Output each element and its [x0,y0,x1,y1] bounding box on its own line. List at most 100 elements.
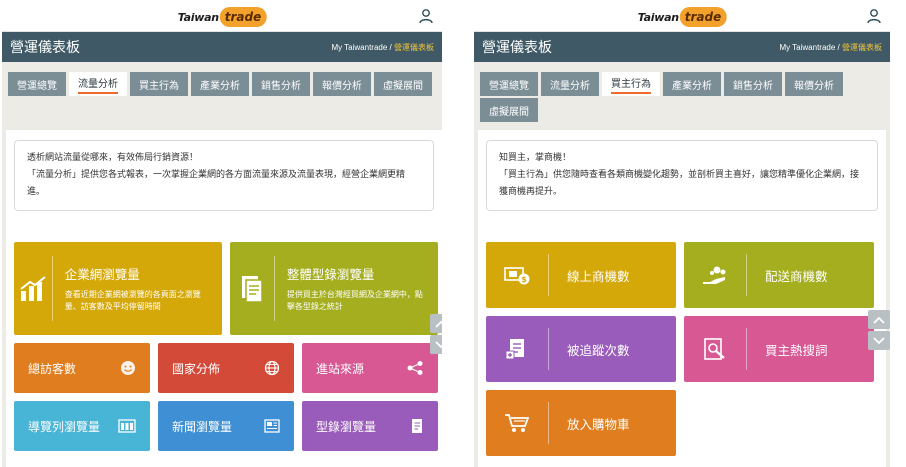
title-bar: 營運儀表板 My Taiwantrade / 營運儀表板 [474,32,890,62]
tile-label: 配送商機數 [765,268,828,284]
tile-website-pageviews[interactable]: 企業網瀏覽量 查看近期企業網被瀏覽的各頁面之瀏覽量、訪客數及平均停留時間 [14,242,222,335]
tab-label: 虛擬展間 [489,106,529,118]
tab-label: 流量分析 [550,80,590,92]
breadcrumb: My Taiwantrade / 營運儀表板 [779,42,882,53]
user-icon[interactable] [418,8,434,24]
globe-icon [264,360,280,376]
page-title: 營運儀表板 [482,40,552,56]
tile-label: 導覽列瀏覽量 [28,419,101,434]
svg-text:$: $ [521,275,527,284]
tab-virtual-showroom[interactable]: 虛擬展間 [480,98,538,122]
page-title: 營運儀表板 [10,40,80,56]
tile-catalog-pageviews[interactable]: 整體型錄瀏覽量 提供買主於台灣經貿網及企業網中，點擊各型錄之統計 [230,242,438,335]
catalog-doc-icon [230,274,274,304]
tile-country-distribution[interactable]: 國家分佈 [158,343,294,393]
breadcrumb-current: 營運儀表板 [394,42,434,52]
tile-label: 買主熱搜詞 [765,342,828,358]
tab-traffic-analysis[interactable]: 流量分析 [541,72,599,96]
content-area: 知買主，掌商機！ 「買主行為」供您隨時查看各類商機變化趨勢，並剖析買主喜好，讓您… [478,130,886,467]
tile-catalog-views[interactable]: 型錄瀏覽量 [302,401,438,451]
cart-icon [486,412,548,434]
tab-label: 虛擬展間 [383,80,423,92]
breadcrumb: My Taiwantrade / 營運儀表板 [331,42,434,53]
tab-traffic-analysis[interactable]: 流量分析 [69,72,127,96]
scroll-down-button[interactable] [868,331,890,350]
tab-bar: 營運總覽 流量分析 買主行為 產業分析 銷售分析 報價分析 虛擬展間 [2,62,442,98]
intro-headline: 透析網站流量從哪來，有效佈局行銷資源！ [27,153,199,163]
tile-added-to-cart[interactable]: 放入購物車 [486,390,676,456]
tile-label: 線上商機數 [567,268,630,284]
tab-bar: 營運總覽 流量分析 買主行為 產業分析 銷售分析 報價分析 虛擬展間 [474,62,890,124]
chevron-down-icon [873,336,885,344]
tile-navbar-views[interactable]: 導覽列瀏覽量 [14,401,150,451]
tab-overview[interactable]: 營運總覽 [8,72,66,96]
right-screen: Taiwan trade 營運儀表板 My Taiwantrade / 營運儀表… [474,0,890,467]
bar-chart-icon [14,274,52,304]
tab-sales-analysis[interactable]: 銷售分析 [252,72,310,96]
logo-trade-text: trade [679,7,727,27]
taiwantrade-logo[interactable]: Taiwan trade [178,6,267,28]
tab-buyer-behavior[interactable]: 買主行為 [130,72,188,96]
book-icon [412,419,422,433]
logo-taiwan-text: Taiwan [637,10,679,24]
navbar-icon [118,419,136,433]
scroll-down-button[interactable] [430,335,442,354]
scroll-up-button[interactable] [868,310,890,329]
tile-description: 查看近期企業網被瀏覽的各頁面之瀏覽量、訪客數及平均停留時間 [64,290,201,311]
tile-delivered-opportunities[interactable]: 配送商機數 [684,242,874,308]
breadcrumb-root[interactable]: My Taiwantrade [779,43,835,52]
content-area: 透析網站流量從哪來，有效佈局行銷資源！ 「流量分析」提供您各式報表，一次掌握企業… [6,130,442,467]
tile-news-views[interactable]: 新聞瀏覽量 [158,401,294,451]
intro-box: 透析網站流量從哪來，有效佈局行銷資源！ 「流量分析」提供您各式報表，一次掌握企業… [14,140,434,211]
taiwantrade-logo[interactable]: Taiwan trade [638,6,727,28]
breadcrumb-separator: / [835,42,842,52]
tab-buyer-behavior[interactable]: 買主行為 [602,72,660,96]
breadcrumb-separator: / [387,42,394,52]
tab-label: 營運總覽 [17,80,57,92]
tab-virtual-showroom[interactable]: 虛擬展間 [374,72,432,96]
intro-description: 「買主行為」供您隨時查看各類商機變化趨勢，並剖析買主喜好，讓您精準優化企業網，接… [499,170,860,197]
tile-tracked-count[interactable]: 被追蹤次數 [486,316,676,382]
logo-taiwan-text: Taiwan [177,10,219,24]
tile-title: 企業網瀏覽量 [64,267,140,282]
hand-coins-icon [684,264,746,286]
breadcrumb-current: 營運儀表板 [842,42,882,52]
tile-label: 總訪客數 [28,361,77,376]
tab-label: 銷售分析 [733,80,773,92]
smiley-icon [121,361,135,375]
top-bar: Taiwan trade [2,0,442,32]
left-screen: Taiwan trade 營運儀表板 My Taiwantrade / 營運儀表… [2,0,442,467]
tile-total-visitors[interactable]: 總訪客數 [14,343,150,393]
tile-label: 型錄瀏覽量 [316,419,377,434]
scroll-up-button[interactable] [430,314,442,333]
tile-traffic-sources[interactable]: 進站來源 [302,343,438,393]
tab-label: 報價分析 [794,80,834,92]
tab-label: 產業分析 [672,80,712,92]
tab-label: 營運總覽 [489,80,529,92]
tab-overview[interactable]: 營運總覽 [480,72,538,96]
chevron-down-icon [435,340,442,348]
user-icon[interactable] [866,8,882,24]
intro-box: 知買主，掌商機！ 「買主行為」供您隨時查看各類商機變化趨勢，並剖析買主喜好，讓您… [486,140,878,211]
intro-headline: 知買主，掌商機！ [499,153,572,163]
share-nodes-icon [407,361,423,375]
scroll-control [430,314,442,354]
tab-label: 買主行為 [611,75,651,94]
title-bar: 營運儀表板 My Taiwantrade / 營運儀表板 [2,32,442,62]
tab-quote-analysis[interactable]: 報價分析 [785,72,843,96]
tile-label: 被追蹤次數 [567,342,630,358]
tile-title: 整體型錄瀏覽量 [286,267,375,282]
tab-label: 產業分析 [200,80,240,92]
tab-sales-analysis[interactable]: 銷售分析 [724,72,782,96]
breadcrumb-root[interactable]: My Taiwantrade [331,43,387,52]
tile-buyer-hot-keywords[interactable]: 買主熱搜詞 [684,316,874,382]
chevron-up-icon [873,316,885,324]
tab-industry-analysis[interactable]: 產業分析 [663,72,721,96]
tracked-doc-icon [486,337,548,361]
tab-quote-analysis[interactable]: 報價分析 [313,72,371,96]
tile-label: 進站來源 [316,361,365,376]
tile-text: 企業網瀏覽量 查看近期企業網被瀏覽的各頁面之瀏覽量、訪客數及平均停留時間 [53,264,222,313]
tab-industry-analysis[interactable]: 產業分析 [191,72,249,96]
tile-online-opportunities[interactable]: $ 線上商機數 [486,242,676,308]
tile-label: 放入購物車 [567,416,630,432]
